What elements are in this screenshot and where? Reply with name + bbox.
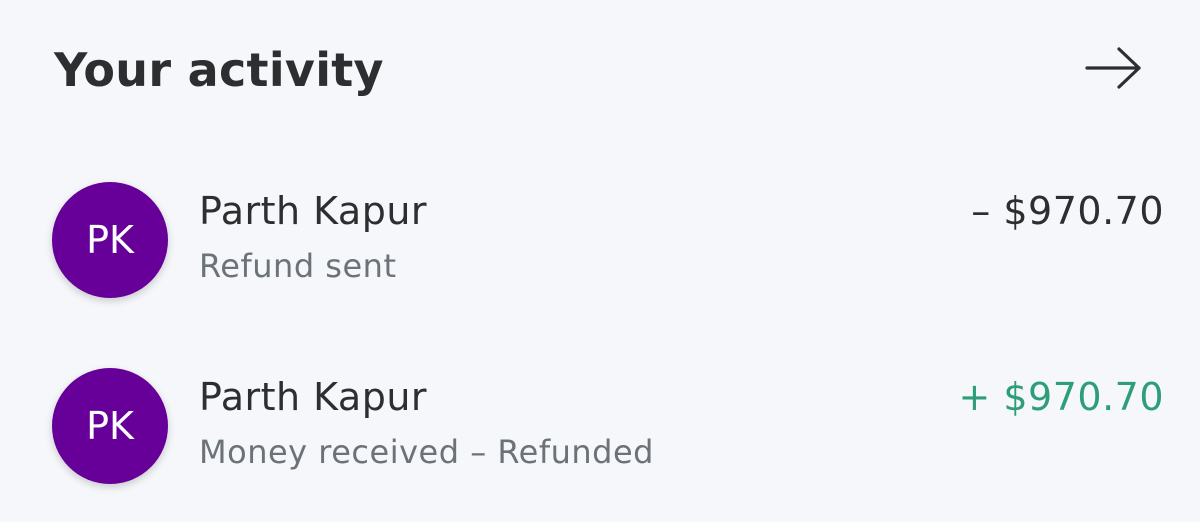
- transaction-amount: – $970.70: [971, 189, 1164, 233]
- transaction-status: Money received – Refunded: [199, 433, 654, 471]
- activity-item[interactable]: PK Parth Kapur Money received – Refunded…: [0, 368, 1200, 488]
- activity-item[interactable]: PK Parth Kapur Refund sent – $970.70: [0, 182, 1200, 302]
- arrow-right-icon[interactable]: [1084, 46, 1142, 90]
- transaction-amount: + $970.70: [958, 375, 1164, 419]
- avatar: PK: [52, 368, 168, 484]
- activity-panel: Your activity PK Parth Kapur Refund sent…: [0, 0, 1200, 522]
- counterparty-name: Parth Kapur: [199, 375, 428, 419]
- avatar: PK: [52, 182, 168, 298]
- section-title: Your activity: [54, 43, 384, 97]
- transaction-status: Refund sent: [199, 247, 397, 285]
- counterparty-name: Parth Kapur: [199, 189, 428, 233]
